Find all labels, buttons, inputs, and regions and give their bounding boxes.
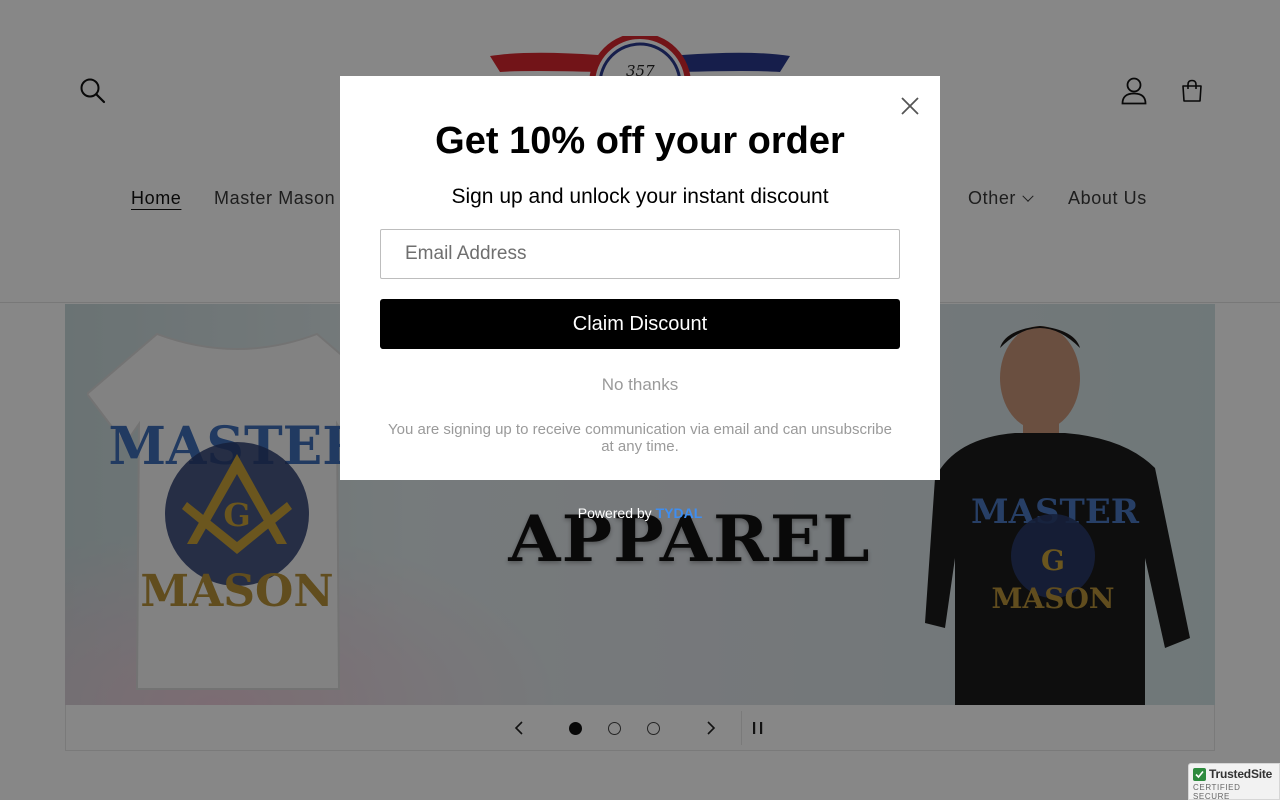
popup-disclaimer: You are signing up to receive communicat… <box>388 421 892 455</box>
powered-by: Powered by TYDAL <box>0 505 1280 521</box>
trusted-site-name: TrustedSite <box>1209 767 1273 781</box>
powered-by-prefix: Powered by <box>577 505 652 521</box>
discount-popup: Get 10% off your order Sign up and unloc… <box>340 76 940 480</box>
trusted-site-badge[interactable]: TrustedSite CERTIFIED SECURE <box>1188 763 1280 800</box>
close-icon <box>901 97 919 115</box>
claim-discount-button[interactable]: Claim Discount <box>380 299 900 349</box>
close-popup-button[interactable] <box>898 94 922 118</box>
popup-title: Get 10% off your order <box>435 120 845 162</box>
checkmark-icon <box>1193 767 1206 781</box>
no-thanks-link[interactable]: No thanks <box>340 375 940 395</box>
trusted-site-sub: CERTIFIED SECURE <box>1193 783 1241 800</box>
email-field[interactable] <box>380 229 900 279</box>
powered-by-brand-link[interactable]: TYDAL <box>656 505 703 521</box>
popup-subtitle: Sign up and unlock your instant discount <box>451 185 829 208</box>
